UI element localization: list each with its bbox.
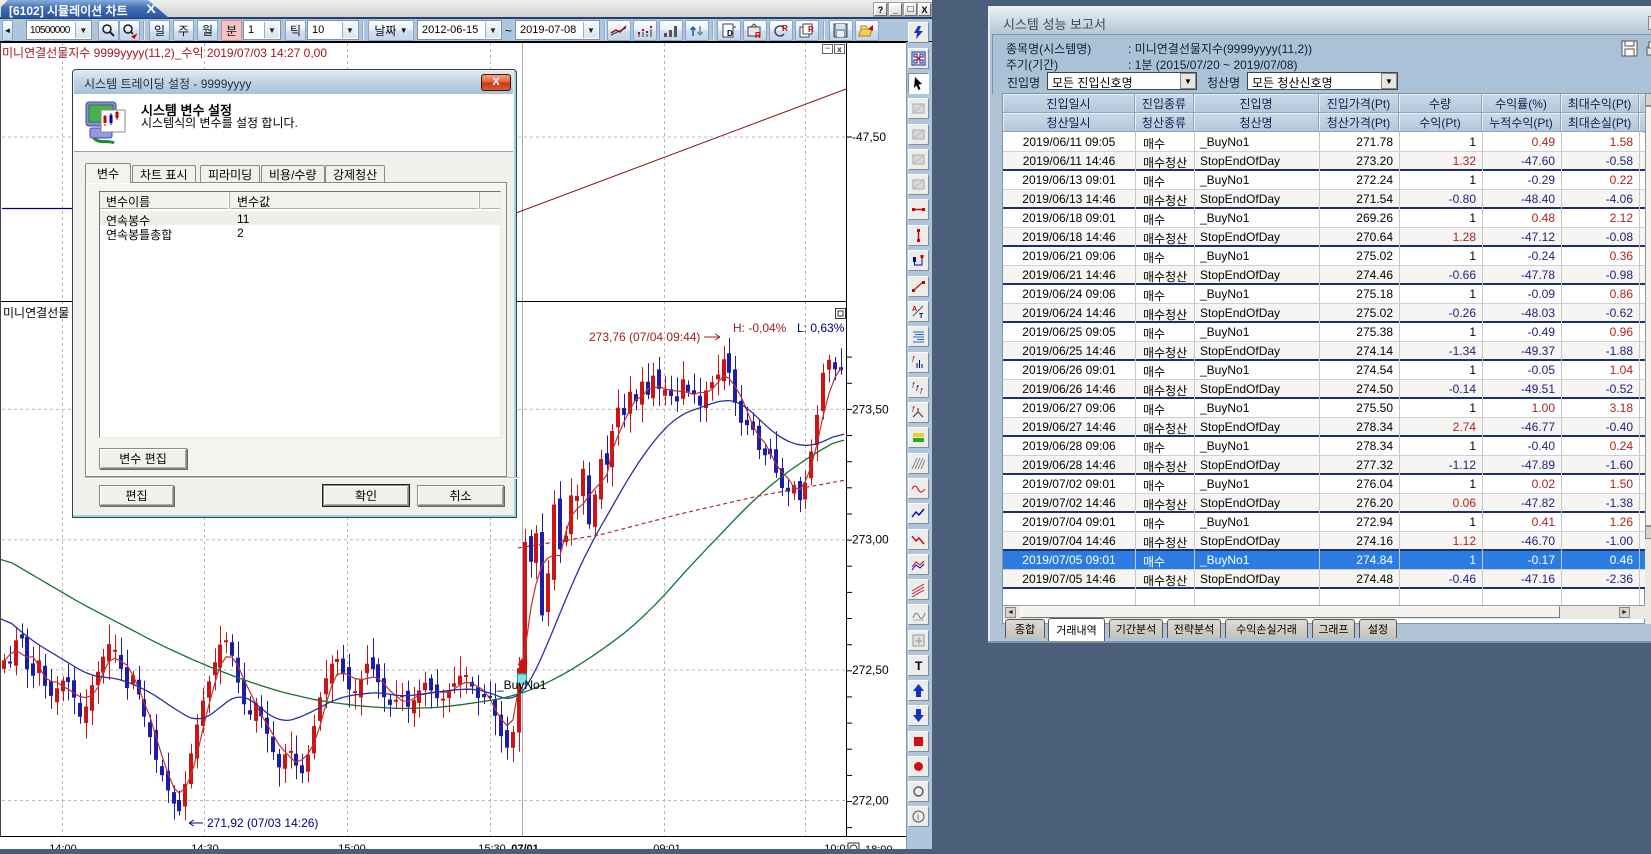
svg-text:f: f bbox=[912, 381, 915, 390]
svg-text:14:00: 14:00 bbox=[49, 843, 77, 849]
svg-text:-47,50: -47,50 bbox=[852, 130, 886, 144]
svg-text:_BuyNo1: _BuyNo1 bbox=[496, 678, 547, 692]
svg-text:R: R bbox=[782, 24, 788, 33]
svg-text:18:00: 18:00 bbox=[865, 844, 893, 849]
svg-text:273,76 (07/04 09:44): 273,76 (07/04 09:44) bbox=[589, 330, 700, 344]
svg-text:L: 0,63%: L: 0,63% bbox=[797, 321, 845, 335]
svg-text:T: T bbox=[915, 659, 923, 673]
svg-text:15:00: 15:00 bbox=[338, 843, 366, 849]
svg-text:09:01: 09:01 bbox=[653, 843, 681, 849]
svg-text:272,50: 272,50 bbox=[852, 663, 889, 677]
svg-text:R: R bbox=[755, 31, 761, 39]
svg-text:f: f bbox=[912, 405, 915, 414]
svg-text:271,92 (07/03 14:26): 271,92 (07/03 14:26) bbox=[207, 816, 318, 830]
svg-text:i: i bbox=[917, 812, 919, 822]
svg-text:f: f bbox=[916, 384, 919, 393]
svg-text:273,50: 273,50 bbox=[852, 403, 889, 417]
svg-text:272,00: 272,00 bbox=[852, 794, 889, 808]
svg-text:273,00: 273,00 bbox=[852, 533, 889, 547]
svg-text:f: f bbox=[920, 387, 923, 395]
svg-text:H: -0,04%: H: -0,04% bbox=[733, 321, 787, 335]
svg-text:14:30: 14:30 bbox=[191, 843, 219, 849]
svg-text:D: D bbox=[727, 29, 733, 38]
svg-text:15:30: 15:30 bbox=[478, 843, 506, 849]
svg-text:07/01: 07/01 bbox=[511, 843, 539, 849]
svg-text:f: f bbox=[912, 355, 915, 364]
svg-text:A: A bbox=[912, 306, 917, 313]
svg-text:R: R bbox=[808, 25, 814, 34]
svg-text:T: T bbox=[919, 313, 924, 319]
